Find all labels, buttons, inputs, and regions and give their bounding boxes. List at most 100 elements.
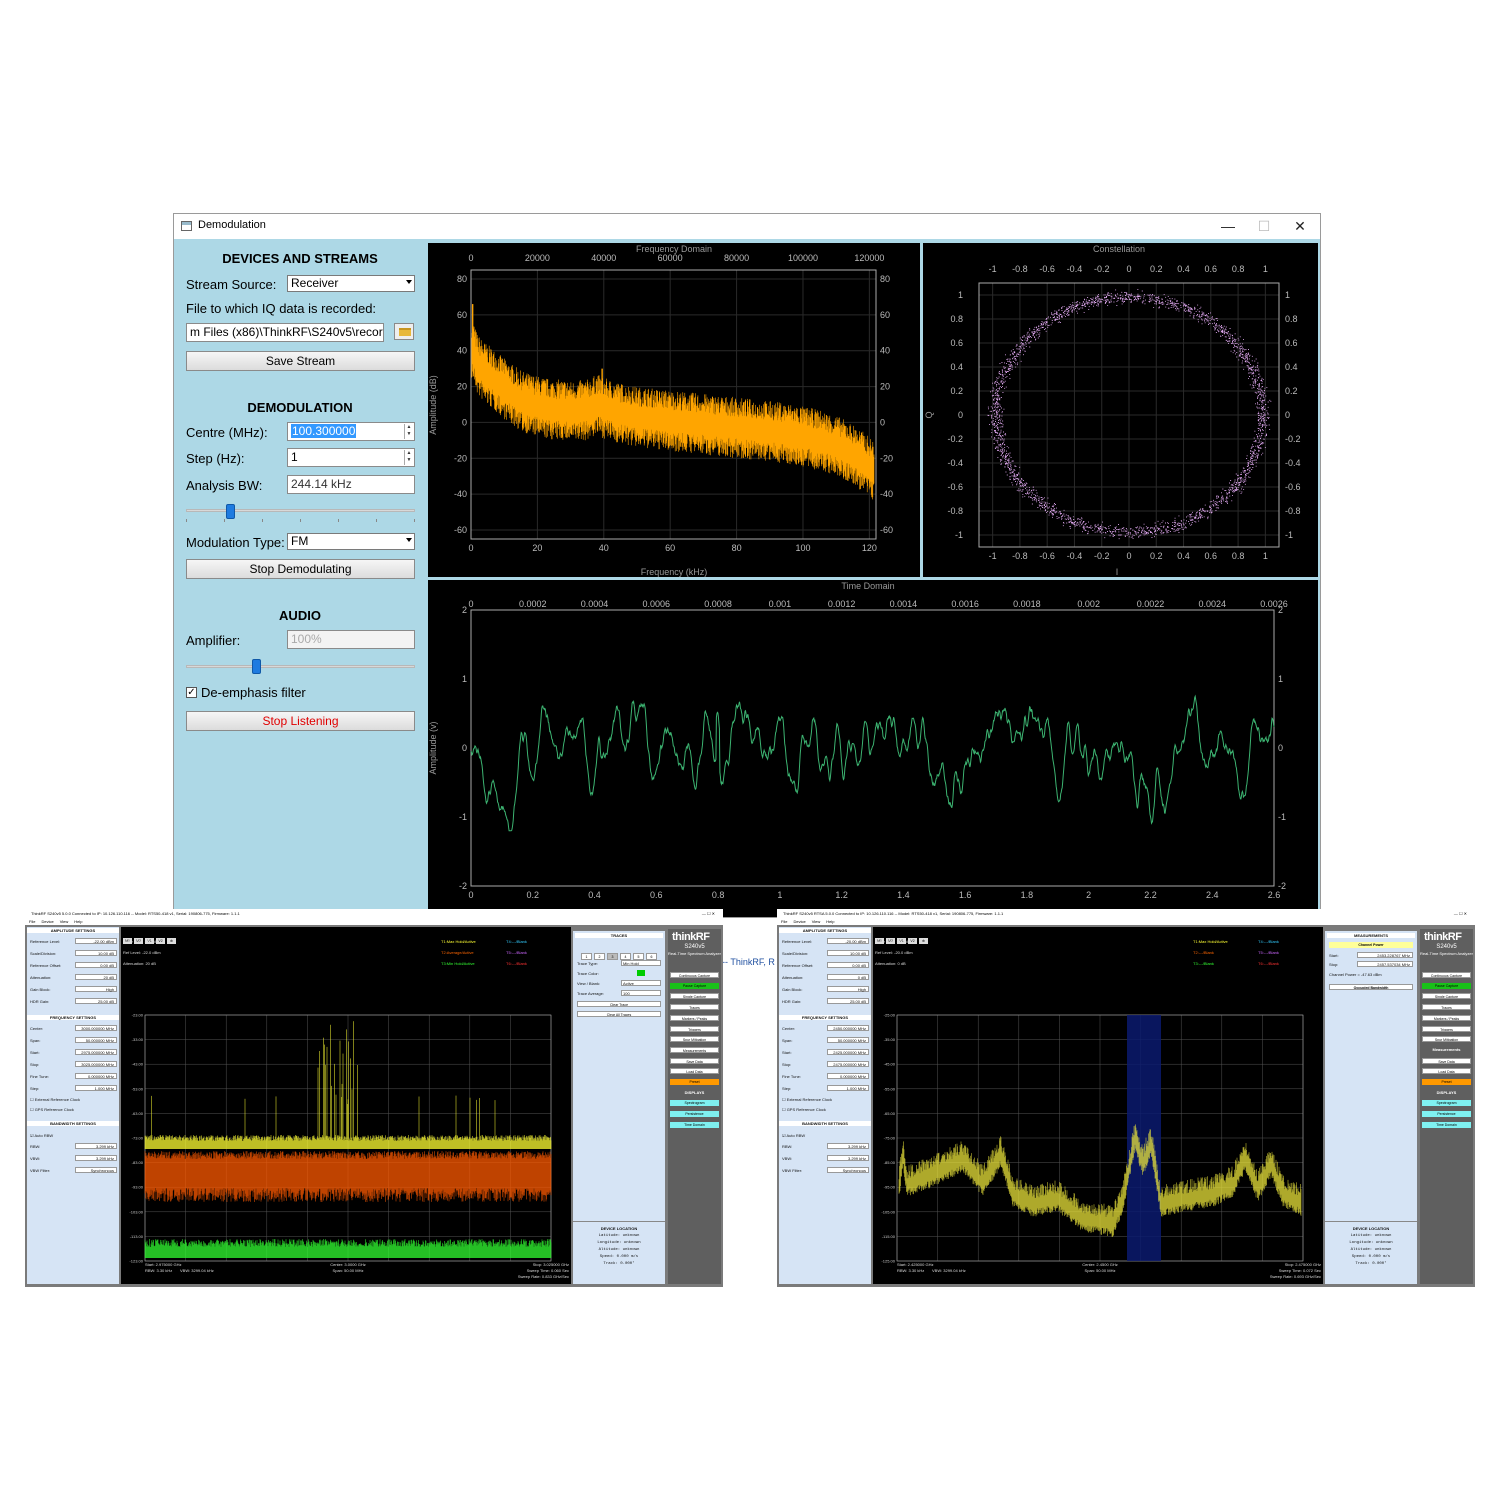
trace-tab[interactable]: 5 [633, 953, 644, 960]
frequency-field[interactable]: 1.000 MHz [75, 1085, 117, 1091]
control-button[interactable]: Preset [670, 1079, 719, 1085]
frequency-field[interactable]: 0.000000 MHz [75, 1073, 117, 1079]
menu-item[interactable]: File [29, 919, 35, 924]
minimize-button[interactable]: — [1210, 216, 1246, 236]
trace-tab[interactable]: 1 [581, 953, 592, 960]
step-input[interactable]: 1 ▲ ▼ [287, 448, 415, 467]
frequency-field[interactable]: 50.000000 MHz [827, 1037, 869, 1043]
trace-setting-field[interactable]: Min Hold [621, 960, 661, 966]
bandwidth-field[interactable]: 3.299 kHz [827, 1155, 869, 1161]
control-button[interactable]: Persistence [1422, 1111, 1471, 1118]
control-button[interactable]: Single Capture [670, 993, 719, 1000]
maximize-button[interactable]: ☐ [1246, 216, 1282, 236]
measurement-field[interactable]: 2457.537034 MHz [1357, 961, 1413, 967]
control-button[interactable]: Time Domain [1422, 1121, 1471, 1128]
frequency-field[interactable]: 3025.000000 MHz [75, 1061, 117, 1067]
gps-clock-checkbox[interactable]: ☐ GPS Reference Clock [30, 1107, 74, 1112]
amplifier-slider[interactable] [186, 658, 415, 678]
auto-rbw-checkbox[interactable]: ☑ Auto RBW [782, 1133, 805, 1138]
channel-power-tab[interactable]: Channel Power [1329, 942, 1413, 948]
rsa-title-bar[interactable]: ThinkRF S240v5 RTSA 5.0.0 Connected to I… [777, 909, 1475, 918]
control-button[interactable]: Preset [1422, 1079, 1471, 1085]
trace-tab[interactable]: 2 [594, 953, 605, 960]
amplitude-field[interactable]: High [75, 986, 117, 992]
gps-clock-checkbox[interactable]: ☐ GPS Reference Clock [782, 1107, 826, 1112]
control-button[interactable]: Spur Mitigation [1422, 1036, 1471, 1043]
external-clock-checkbox[interactable]: ☐ External Reference Clock [782, 1097, 832, 1102]
menu-item[interactable]: Device [41, 919, 53, 924]
control-button[interactable]: Measurements [670, 1046, 719, 1053]
control-button[interactable]: Pause Capture [1422, 982, 1471, 989]
stop-listening-button[interactable]: Stop Listening [186, 711, 415, 731]
trace-tab[interactable]: 6 [646, 953, 657, 960]
amplitude-field[interactable]: 0.00 dB [75, 962, 117, 968]
control-button[interactable]: Persistence [670, 1111, 719, 1118]
amplitude-field[interactable]: 20 dB [75, 974, 117, 980]
step-spinner[interactable]: ▲ ▼ [404, 450, 413, 465]
control-button[interactable]: Markers / Peaks [1422, 1014, 1471, 1021]
amplitude-field[interactable]: 10.00 dB [75, 950, 117, 956]
frequency-field[interactable]: 2475.000000 MHz [827, 1061, 869, 1067]
menu-item[interactable]: View [812, 919, 821, 924]
bandwidth-field[interactable]: 3.299 kHz [827, 1143, 869, 1149]
title-bar[interactable]: Demodulation — ☐ ✕ [174, 214, 1320, 239]
external-clock-checkbox[interactable]: ☐ External Reference Clock [30, 1097, 80, 1102]
frequency-field[interactable]: 3000.000000 MHz [75, 1025, 117, 1031]
save-stream-button[interactable]: Save Stream [186, 351, 415, 371]
control-button[interactable]: Spectrogram [670, 1100, 719, 1107]
amplitude-field[interactable]: 0.00 dB [827, 962, 869, 968]
amplitude-field[interactable]: 25.00 dB [827, 998, 869, 1004]
analysis-bw-slider[interactable] [186, 501, 415, 523]
amplitude-field[interactable]: -20.00 dBm [827, 938, 869, 944]
slider-handle[interactable] [252, 659, 261, 674]
frequency-field[interactable]: 50.000000 MHz [75, 1037, 117, 1043]
marker-tab[interactable]: ⊕ [167, 938, 176, 944]
frequency-field[interactable]: 1.000 MHz [827, 1085, 869, 1091]
control-button[interactable]: Pause Capture [670, 982, 719, 989]
trace-setting-field[interactable]: Active [621, 980, 661, 986]
file-path-input[interactable]: m Files (x86)\ThinkRF\S240v5\recordings [186, 323, 384, 342]
frequency-field[interactable]: 0.000000 MHz [827, 1073, 869, 1079]
de-emphasis-checkbox[interactable]: ✓ [186, 687, 197, 698]
marker-tab[interactable]: ⊕ [919, 938, 928, 944]
control-button[interactable]: Continuous Capture [1422, 972, 1471, 978]
centre-input[interactable]: 100.300000 ▲ ▼ [287, 422, 415, 441]
rsa-title-bar[interactable]: ThinkRF S240v5 5.0.0 Connected to IP: 10… [25, 909, 723, 918]
frequency-field[interactable]: 2450.000000 MHz [827, 1025, 869, 1031]
occupied-bandwidth-button[interactable]: Occupied Bandwidth [1329, 984, 1413, 990]
menu-item[interactable]: Help [826, 919, 834, 924]
trace-tab[interactable]: 3 [607, 953, 618, 960]
stop-demodulating-button[interactable]: Stop Demodulating [186, 559, 415, 579]
trace-tab[interactable]: 4 [620, 953, 631, 960]
frequency-field[interactable]: 2425.000000 MHz [827, 1049, 869, 1055]
browse-button[interactable] [394, 323, 414, 340]
close-button[interactable]: ✕ [1282, 216, 1318, 236]
amplitude-field[interactable]: High [827, 986, 869, 992]
trace-setting-field[interactable]: 100 [621, 990, 661, 996]
control-button[interactable]: Spur Mitigation [670, 1036, 719, 1043]
measurement-field[interactable]: 2453.228767 MHz [1357, 952, 1413, 958]
control-button[interactable]: Save Data [1422, 1057, 1471, 1064]
control-button[interactable]: Triggers [1422, 1025, 1471, 1032]
menu-item[interactable]: Help [74, 919, 82, 924]
bandwidth-field[interactable]: 3.299 kHz [75, 1143, 117, 1149]
stream-source-select[interactable]: Receiver [287, 275, 415, 292]
control-button[interactable]: Traces [670, 1004, 719, 1011]
control-button[interactable]: Traces [1422, 1004, 1471, 1011]
control-button[interactable]: Triggers [670, 1025, 719, 1032]
slider-handle[interactable] [225, 504, 235, 519]
bandwidth-field[interactable]: Synchronous [75, 1167, 117, 1173]
control-button[interactable]: Load Data [1422, 1068, 1471, 1075]
amplitude-field[interactable]: 25.00 dB [75, 998, 117, 1004]
trace-color-swatch[interactable] [637, 970, 645, 976]
bandwidth-field[interactable]: 3.299 kHz [75, 1155, 117, 1161]
control-button[interactable]: Markers / Peaks [670, 1014, 719, 1021]
control-button[interactable]: Spectrogram [1422, 1100, 1471, 1107]
centre-spinner[interactable]: ▲ ▼ [404, 424, 413, 439]
menu-item[interactable]: File [781, 919, 787, 924]
modulation-type-select[interactable]: FM [287, 533, 415, 550]
amplitude-field[interactable]: 10.00 dB [827, 950, 869, 956]
control-button[interactable]: Single Capture [1422, 993, 1471, 1000]
bandwidth-field[interactable]: Synchronous [827, 1167, 869, 1173]
control-button[interactable]: Save Data [670, 1057, 719, 1064]
